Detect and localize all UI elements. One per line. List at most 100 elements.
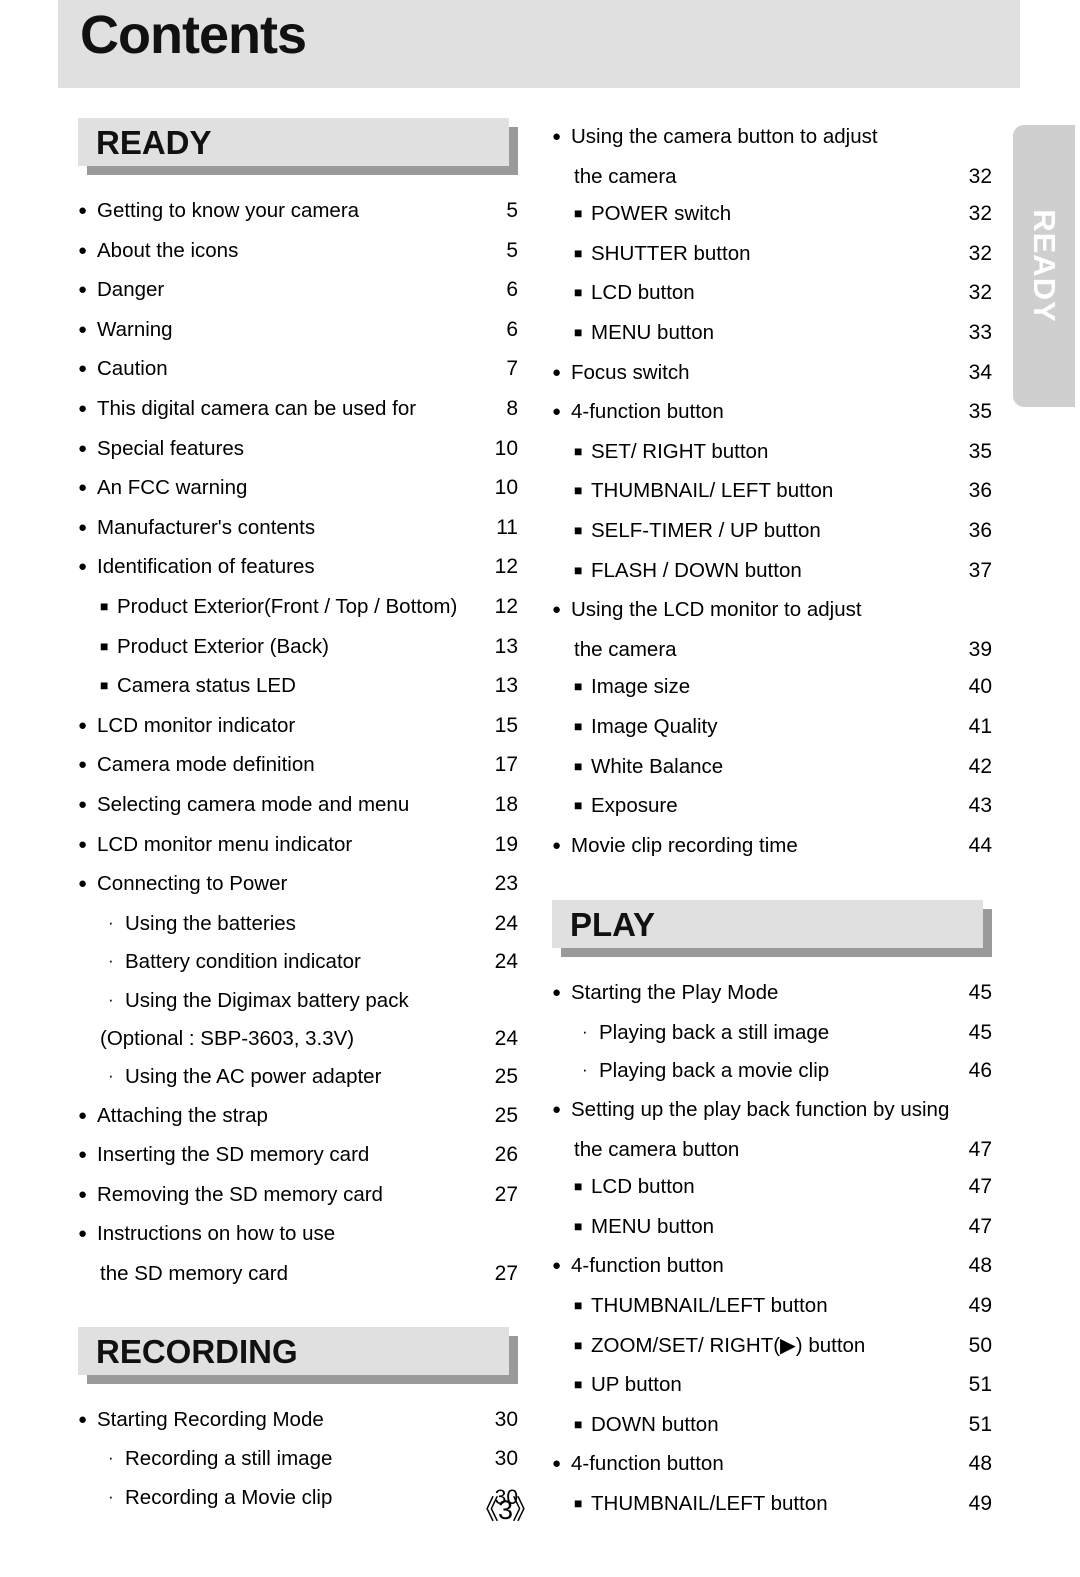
toc-entry-recording-a-still-image[interactable]: · Recording a still image 30 — [78, 1440, 518, 1479]
toc-entry-movie-clip-recording-time[interactable]: ● Movie clip recording time 44 — [552, 827, 992, 867]
toc-entry-product-exterior-back[interactable]: ■ Product Exterior (Back) 13 — [78, 628, 518, 668]
toc-entry-page-number: 11 — [496, 515, 518, 539]
toc-entry-label: 4-function button — [571, 1452, 724, 1476]
bullet-circle-icon: ● — [552, 1455, 562, 1473]
toc-entry-using-the-ac-power-adapter[interactable]: · Using the AC power adapter 25 — [78, 1058, 518, 1097]
toc-entry-menu-button[interactable]: ■ MENU button 33 — [552, 314, 992, 354]
toc-entry-product-exterior-front-top-bottom[interactable]: ■ Product Exterior(Front / Top / Bottom) 1… — [78, 588, 518, 628]
dot-leader — [253, 434, 486, 455]
toc-entry-page-number: 13 — [494, 674, 518, 698]
toc-entry-page-number: 7 — [506, 357, 518, 381]
toc-entry-using-the-batteries[interactable]: · Using the batteries 24 — [78, 905, 518, 944]
toc-entry-thumbnail-left-button[interactable]: ■ THUMBNAIL/LEFT button 49 — [552, 1287, 992, 1327]
toc-entry-lcd-monitor-indicator[interactable]: ● LCD monitor indicator 15 — [78, 707, 518, 747]
toc-entry-identification-of-features[interactable]: ● Identification of features 12 — [78, 548, 518, 588]
toc-entry-attaching-the-strap[interactable]: ● Attaching the strap 25 — [78, 1097, 518, 1137]
toc-entry-page-number: 50 — [968, 1333, 992, 1357]
dot-leader — [363, 1025, 486, 1046]
toc-entry-page-number: 44 — [968, 833, 992, 857]
toc-entry-thumbnail-left-button[interactable]: ■ THUMBNAIL/ LEFT button 36 — [552, 472, 992, 512]
toc-entry-battery-condition-indicator[interactable]: · Battery condition indicator 24 — [78, 943, 518, 982]
toc-entry-camera-mode-definition[interactable]: ● Camera mode definition 17 — [78, 746, 518, 786]
toc-entry-using-the-digimax-battery-pack[interactable]: · Using the Digimax battery pack — [78, 982, 518, 1021]
toc-entry-lcd-button[interactable]: ■ LCD button 47 — [552, 1168, 992, 1208]
dot-leader — [390, 1063, 486, 1084]
toc-entry-page-number: 8 — [506, 396, 518, 420]
toc-entry-page-number: 32 — [968, 281, 992, 305]
bullet-dot-icon: · — [582, 1021, 588, 1041]
toc-entry-inserting-the-sd-memory-card[interactable]: ● Inserting the SD memory card 26 — [78, 1136, 518, 1176]
toc-entry-caution[interactable]: ● Caution 7 — [78, 350, 518, 390]
toc-entry-lcd-button[interactable]: ■ LCD button 32 — [552, 274, 992, 314]
toc-entry-page-number: 25 — [494, 1065, 518, 1089]
side-tab-label: READY — [1027, 209, 1062, 323]
toc-entry-power-switch[interactable]: ■ POWER switch 32 — [552, 195, 992, 235]
bullet-square-icon: ■ — [574, 482, 583, 499]
toc-entry-page-number: 5 — [506, 238, 518, 262]
toc-entry-menu-button[interactable]: ■ MENU button 47 — [552, 1208, 992, 1248]
toc-entry-down-button[interactable]: ■ DOWN button 51 — [552, 1406, 992, 1446]
toc-entry-using-the-camera-button-to-adjust[interactable]: ● Using the camera button to adjust — [552, 118, 992, 158]
dot-leader — [324, 513, 486, 534]
bullet-square-icon: ■ — [574, 1217, 583, 1234]
dot-leader — [305, 909, 486, 930]
toc-entry-image-size[interactable]: ■ Image size 40 — [552, 668, 992, 708]
toc-entry-playing-back-a-movie-clip[interactable]: · Playing back a movie clip 46 — [552, 1052, 992, 1091]
toc-entry-special-features[interactable]: ● Special features 10 — [78, 430, 518, 470]
toc-entry-page-number: 13 — [494, 634, 518, 658]
toc-entry-an-fcc-warning[interactable]: ● An FCC warning 10 — [78, 469, 518, 509]
bullet-dot-icon: · — [108, 989, 114, 1009]
toc-entry-label: the camera — [574, 164, 677, 188]
toc-entry-starting-the-play-mode[interactable]: ● Starting the Play Mode 45 — [552, 974, 992, 1014]
toc-entry-camera-status-led[interactable]: ■ Camera status LED 13 — [78, 667, 518, 707]
toc-entry-the-sd-memory-card[interactable]: the SD memory card 27 — [78, 1255, 518, 1293]
toc-entry-page-number: 19 — [494, 832, 518, 856]
toc-entry-the-camera-button[interactable]: the camera button 47 — [552, 1131, 992, 1169]
toc-entry-manufacturer-s-contents[interactable]: ● Manufacturer's contents 11 — [78, 509, 518, 549]
dot-leader — [732, 752, 960, 773]
toc-entry-image-quality[interactable]: ■ Image Quality 41 — [552, 708, 992, 748]
toc-entry-up-button[interactable]: ■ UP button 51 — [552, 1366, 992, 1406]
toc-entry-setting-up-the-play-back-function-by-using[interactable]: ● Setting up the play back function by us… — [552, 1091, 992, 1131]
toc-entry-instructions-on-how-to-use[interactable]: ● Instructions on how to use — [78, 1215, 518, 1255]
toc-entry-label: Getting to know your camera — [97, 199, 360, 222]
toc-entry-using-the-lcd-monitor-to-adjust[interactable]: ● Using the LCD monitor to adjust — [552, 591, 992, 631]
toc-entry-warning[interactable]: ● Warning 6 — [78, 311, 518, 351]
bullet-circle-icon: ● — [78, 360, 88, 378]
toc-entry-the-camera[interactable]: the camera 39 — [552, 631, 992, 669]
dot-leader — [760, 239, 961, 260]
toc-entry-white-balance[interactable]: ■ White Balance 42 — [552, 748, 992, 788]
toc-entry-selecting-camera-mode-and-menu[interactable]: ● Selecting camera mode and menu 18 — [78, 786, 518, 826]
toc-entry-playing-back-a-still-image[interactable]: · Playing back a still image 45 — [552, 1014, 992, 1053]
toc-entry-the-camera[interactable]: the camera 32 — [552, 158, 992, 196]
toc-entry-optional-sbp-3603-3-3v[interactable]: (Optional : SBP-3603, 3.3V) 24 — [78, 1020, 518, 1058]
dot-leader — [726, 712, 960, 733]
toc-entry-4-function-button[interactable]: ● 4-function button 48 — [552, 1445, 992, 1485]
toc-entry-flash-down-button[interactable]: ■ FLASH / DOWN button 37 — [552, 552, 992, 592]
section-header-ready: READY — [78, 118, 518, 175]
toc-entry-label: SET/ RIGHT button — [591, 439, 769, 463]
toc-entry-4-function-button[interactable]: ● 4-function button 35 — [552, 393, 992, 433]
toc-entry-starting-recording-mode[interactable]: ● Starting Recording Mode 30 — [78, 1401, 518, 1441]
toc-entry-zoom-set-right-button[interactable]: ■ ZOOM/SET/ RIGHT(▶) button 50 — [552, 1327, 992, 1367]
dot-leader — [871, 596, 960, 617]
dot-leader — [338, 632, 486, 653]
toc-entry-focus-switch[interactable]: ● Focus switch 34 — [552, 354, 992, 394]
toc-entry-removing-the-sd-memory-card[interactable]: ● Removing the SD memory card 27 — [78, 1176, 518, 1216]
toc-entry-lcd-monitor-menu-indicator[interactable]: ● LCD monitor menu indicator 19 — [78, 826, 518, 866]
toc-entry-4-function-button[interactable]: ● 4-function button 48 — [552, 1247, 992, 1287]
toc-entry-label: Removing the SD memory card — [97, 1182, 383, 1206]
toc-entry-page-number: 47 — [968, 1137, 992, 1161]
toc-entry-about-the-icons[interactable]: ● About the icons 5 — [78, 232, 518, 272]
toc-entry-shutter-button[interactable]: ■ SHUTTER button 32 — [552, 235, 992, 275]
toc-entry-set-right-button[interactable]: ■ SET/ RIGHT button 35 — [552, 433, 992, 473]
bullet-square-icon: ■ — [100, 597, 109, 614]
toc-entry-self-timer-up-button[interactable]: ■ SELF-TIMER / UP button 36 — [552, 512, 992, 552]
toc-entry-exposure[interactable]: ■ Exposure 43 — [552, 787, 992, 827]
toc-entry-getting-to-know-your-camera[interactable]: ● Getting to know your camera 5 — [78, 192, 518, 232]
toc-entry-this-digital-camera-can-be-used-for[interactable]: ● This digital camera can be used for 8 — [78, 390, 518, 430]
dot-leader — [740, 200, 960, 221]
toc-entry-connecting-to-power[interactable]: ● Connecting to Power 23 — [78, 865, 518, 905]
dot-leader — [277, 1101, 486, 1122]
toc-entry-danger[interactable]: ● Danger 6 — [78, 271, 518, 311]
